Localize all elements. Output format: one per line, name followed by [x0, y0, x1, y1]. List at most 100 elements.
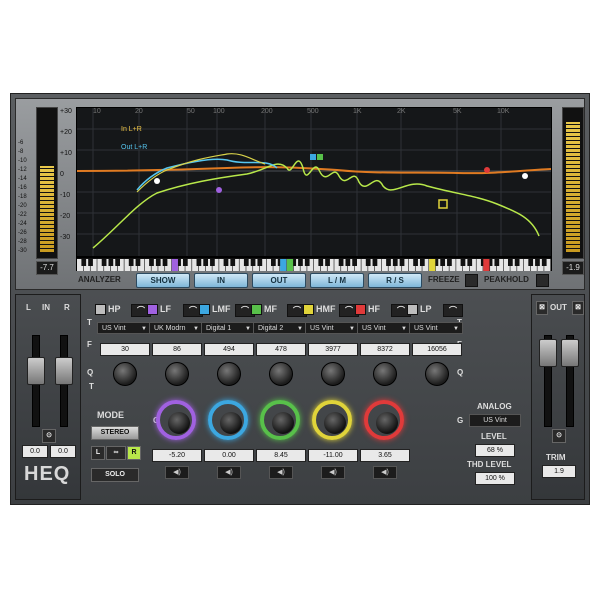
piano-black-key	[101, 259, 107, 266]
band-gain-knob[interactable]	[364, 400, 404, 440]
band-gain-knob[interactable]	[208, 400, 248, 440]
band-gain-value[interactable]: 0.00	[204, 449, 254, 462]
freeze-toggle[interactable]	[465, 274, 478, 287]
piano-band-marker	[429, 259, 436, 271]
freq-label: 10K	[497, 108, 510, 115]
band-freq-value[interactable]: 8372	[360, 343, 410, 356]
peakhold-toggle[interactable]	[536, 274, 549, 287]
input-r-label: R	[64, 303, 70, 312]
band-freq-value[interactable]: 16056	[412, 343, 462, 356]
band-header: LP ⌒	[407, 304, 465, 317]
rs-button[interactable]: R / S	[368, 273, 422, 288]
input-r-value[interactable]: 0.0	[50, 445, 76, 458]
row-t-label: T	[89, 382, 94, 391]
output-link-icon[interactable]: ⊠	[536, 301, 548, 315]
band-gain-knob[interactable]	[260, 400, 300, 440]
piano-black-key	[494, 259, 500, 266]
analog-level-value[interactable]: 68 %	[475, 444, 515, 457]
band-type-dropdown[interactable]: US Vint ▼	[357, 322, 411, 334]
analog-section: ANALOG US Vint LEVEL 68 % THD LEVEL 100 …	[461, 398, 527, 494]
heq-plugin: -7.7 -6 -8 -10 -12 -14 -16 -18 -20 -22 -24 -26 -28-…	[10, 93, 590, 505]
trim-value[interactable]: 1.9	[542, 465, 576, 478]
piano-band-marker	[483, 259, 490, 271]
lp-node[interactable]	[522, 173, 528, 179]
band-gain-knob[interactable]	[156, 400, 196, 440]
band-gain-value[interactable]: 3.65	[360, 449, 410, 462]
piano-black-key	[352, 259, 357, 266]
band-q-knob[interactable]	[217, 362, 241, 386]
hp-node[interactable]	[154, 178, 160, 184]
input-link-icon[interactable]: ⊙	[42, 429, 56, 443]
band-type-dropdown[interactable]: US Vint ▼	[409, 322, 463, 334]
thd-level-value[interactable]: 100 %	[475, 472, 515, 485]
band-shape-icon[interactable]: ⌒	[443, 304, 463, 317]
band-enable-toggle[interactable]	[355, 304, 366, 316]
output-meter	[562, 107, 584, 259]
band-type-dropdown[interactable]: Digital 2 ▼	[253, 322, 307, 334]
band-enable-toggle[interactable]	[407, 304, 418, 316]
piano-black-key	[162, 259, 168, 266]
row-t-label: T	[87, 318, 92, 327]
band-gain-value[interactable]: 8.45	[256, 449, 306, 462]
band-q-knob[interactable]	[165, 362, 189, 386]
show-button[interactable]: SHOW	[136, 273, 190, 288]
speaker-icon[interactable]: ◀)	[373, 466, 397, 479]
out-button[interactable]: OUT	[252, 273, 306, 288]
piano-black-key	[386, 259, 391, 266]
band-q-knob[interactable]	[425, 362, 449, 386]
band-freq-value[interactable]: 478	[256, 343, 306, 356]
analog-type-dropdown[interactable]: US Vint	[469, 414, 521, 427]
input-fader-r[interactable]	[55, 357, 73, 385]
band-freq-value[interactable]: 3977	[308, 343, 358, 356]
band-type-dropdown[interactable]: Digital 1 ▼	[201, 322, 255, 334]
band-enable-toggle[interactable]	[303, 304, 314, 316]
lf-node[interactable]	[216, 187, 222, 193]
output-fader-l[interactable]	[539, 339, 557, 367]
band-gain-value[interactable]: -11.00	[308, 449, 358, 462]
band-type-dropdown[interactable]: UK Modrn ▼	[149, 322, 203, 334]
hf-node[interactable]	[484, 167, 490, 173]
band-freq-value[interactable]: 30	[100, 343, 150, 356]
piano-band-marker	[280, 259, 287, 271]
peakhold-label: PEAKHOLD	[484, 275, 529, 284]
band-enable-toggle[interactable]	[147, 304, 158, 316]
band-type-value: US Vint	[362, 325, 386, 332]
piano-black-key	[419, 259, 425, 266]
speaker-icon[interactable]: ◀)	[269, 466, 293, 479]
piano-black-key	[318, 259, 324, 266]
row-q-label: Q	[87, 368, 94, 377]
lm-button[interactable]: L / M	[310, 273, 364, 288]
band-q-knob[interactable]	[113, 362, 137, 386]
band-enable-toggle[interactable]	[199, 304, 210, 316]
hmf-node[interactable]	[438, 199, 448, 209]
analyzer-graph[interactable]: 10 20 50 100 200 500 1K 2K 5K 10K In L+R…	[76, 107, 552, 257]
band-q-knob[interactable]	[373, 362, 397, 386]
piano-black-key	[108, 259, 114, 266]
mf-node[interactable]	[317, 154, 323, 160]
output-fader-r[interactable]	[561, 339, 579, 367]
freq-label: 20	[135, 108, 143, 115]
band-q-knob[interactable]	[321, 362, 345, 386]
band-enable-toggle[interactable]	[95, 304, 106, 316]
in-button[interactable]: IN	[194, 273, 248, 288]
band-type-dropdown[interactable]: US Vint ▼	[97, 322, 151, 334]
band-enable-toggle[interactable]	[251, 304, 262, 316]
band-gain-value[interactable]: -5.20	[152, 449, 202, 462]
lmf-node[interactable]	[310, 154, 316, 160]
piano-black-key	[399, 259, 405, 266]
band-type-dropdown[interactable]: US Vint ▼	[305, 322, 359, 334]
input-l-value[interactable]: 0.0	[22, 445, 48, 458]
band-name: LMF	[212, 304, 231, 314]
speaker-icon[interactable]: ◀)	[321, 466, 345, 479]
band-freq-value[interactable]: 494	[204, 343, 254, 356]
output-link-toggle-icon[interactable]: ⊙	[552, 429, 566, 443]
piano-black-key	[447, 259, 452, 266]
band-freq-value[interactable]: 86	[152, 343, 202, 356]
speaker-icon[interactable]: ◀)	[217, 466, 241, 479]
band-gain-knob[interactable]	[312, 400, 352, 440]
speaker-icon[interactable]: ◀)	[165, 466, 189, 479]
band-q-knob[interactable]	[269, 362, 293, 386]
output-mute-icon[interactable]: ⊠	[572, 301, 584, 315]
input-fader-l[interactable]	[27, 357, 45, 385]
band-name: MF	[264, 304, 277, 314]
